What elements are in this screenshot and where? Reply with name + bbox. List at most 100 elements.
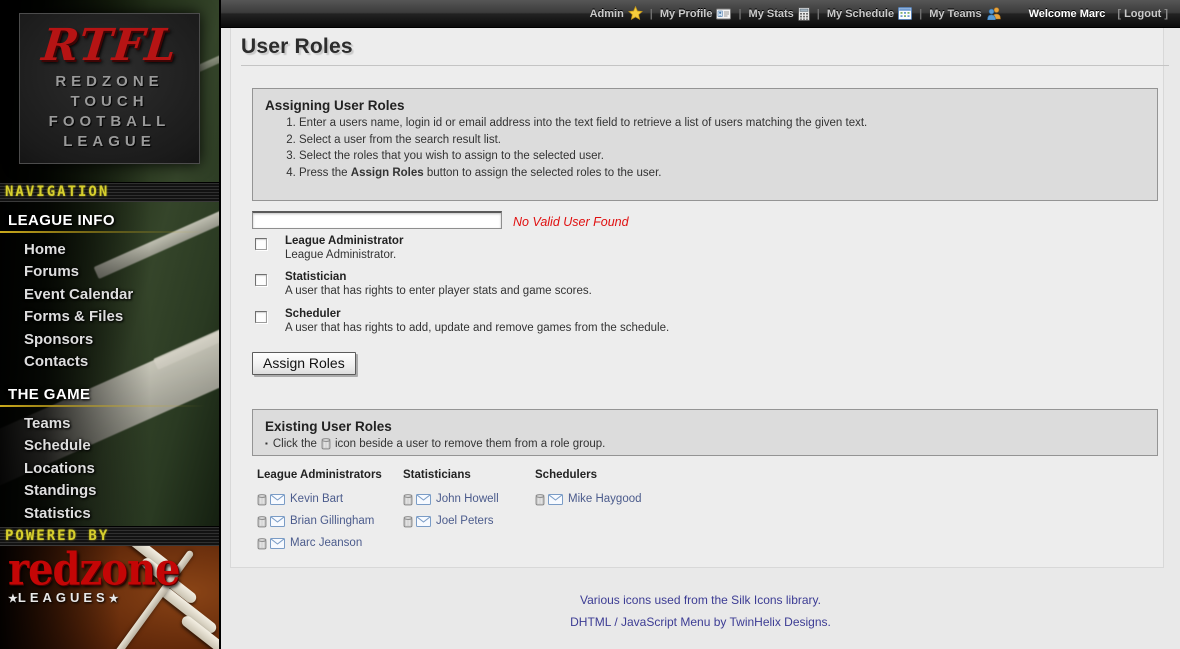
sidebar-item-teams[interactable]: Teams [0, 413, 220, 435]
user-row: Marc Jeanson [257, 532, 403, 554]
topbar-admin[interactable]: Admin [590, 6, 643, 21]
delete-user-icon[interactable] [257, 515, 267, 528]
welcome-message: Welcome Marc [1029, 8, 1106, 20]
user-link[interactable]: Marc Jeanson [290, 537, 362, 549]
role-checkbox-league-administrator[interactable] [255, 238, 267, 250]
email-user-icon[interactable] [270, 538, 285, 549]
role-option-statistician: Statistician A user that has rights to e… [255, 271, 955, 298]
user-link[interactable]: Mike Haygood [568, 493, 642, 505]
section-underline [0, 405, 205, 407]
user-link[interactable]: Kevin Bart [290, 493, 343, 505]
panel-title: Existing User Roles [265, 419, 1145, 434]
role-option-scheduler: Scheduler A user that has rights to add,… [255, 308, 955, 335]
title-divider [241, 65, 1169, 66]
instruction-list: Enter a users name, login id or email ad… [253, 117, 1157, 179]
role-description: League Administrator. [285, 249, 955, 263]
user-link[interactable]: John Howell [436, 493, 499, 505]
user-link[interactable]: Brian Gillingham [290, 515, 374, 527]
section-title: THE GAME [0, 386, 220, 403]
rtfl-logo-line: LEAGUE [20, 132, 199, 152]
email-user-icon[interactable] [548, 494, 563, 505]
topbar-my-teams[interactable]: My Teams [929, 7, 1002, 20]
email-user-icon[interactable] [416, 494, 431, 505]
sidebar-item-statistics[interactable]: Statistics [0, 503, 220, 525]
role-checkbox-statistician[interactable] [255, 274, 267, 286]
logout-button[interactable]: [Logout] [1117, 8, 1168, 20]
calculator-icon [798, 7, 810, 21]
instruction-step: Select a user from the search result lis… [299, 134, 1157, 146]
calendar-icon [898, 7, 912, 20]
page-footer: Various icons used from the Silk Icons l… [221, 593, 1180, 637]
sidebar-item-home[interactable]: Home [0, 239, 220, 261]
role-label: Statistician [285, 271, 955, 285]
user-row: John Howell [403, 488, 535, 510]
sidebar-item-contacts[interactable]: Contacts [0, 351, 220, 373]
rtfl-logo-line: REDZONE [20, 72, 199, 92]
delete-user-icon[interactable] [257, 493, 267, 506]
group-title: Statisticians [403, 469, 535, 481]
star-icon [628, 6, 643, 21]
topbar-my-stats-label: My Stats [749, 8, 794, 20]
instruction-step: Press the Assign Roles button to assign … [299, 167, 1157, 179]
delete-user-icon[interactable] [403, 493, 413, 506]
topbar-my-profile-label: My Profile [660, 8, 713, 20]
assigning-user-roles-panel: Assigning User Roles Enter a users name,… [252, 88, 1158, 201]
panel-title: Assigning User Roles [265, 98, 1145, 113]
sidebar-item-event-calendar[interactable]: Event Calendar [0, 284, 220, 306]
instruction-step: Enter a users name, login id or email ad… [299, 117, 1157, 129]
group-league-administrators: League Administrators Kevin Bart Brian G… [257, 469, 403, 554]
section-underline [0, 231, 205, 233]
user-row: Joel Peters [403, 510, 535, 532]
page-title: User Roles [241, 35, 353, 59]
topbar-my-teams-label: My Teams [929, 8, 981, 20]
user-search-input[interactable] [252, 211, 502, 229]
user-row: Mike Haygood [535, 488, 735, 510]
vcard-icon [716, 8, 731, 20]
rtfl-logo[interactable]: RTFL REDZONE TOUCH FOOTBALL LEAGUE [19, 13, 200, 164]
topbar-my-stats[interactable]: My Stats [749, 7, 810, 21]
redzone-leagues-logo[interactable]: redzone ★LEAGUES★ [8, 551, 179, 605]
existing-user-roles-panel: Existing User Roles ▪ Click the icon bes… [252, 409, 1158, 456]
role-description: A user that has rights to enter player s… [285, 285, 955, 299]
email-user-icon[interactable] [416, 516, 431, 527]
role-option-league-administrator: League Administrator League Administrato… [255, 235, 955, 262]
group-statisticians: Statisticians John Howell Joel Peters [403, 469, 535, 554]
delete-user-icon[interactable] [257, 537, 267, 550]
trash-icon [321, 437, 331, 450]
sidebar-item-sponsors[interactable]: Sponsors [0, 329, 220, 351]
topbar: Admin | My Profile | My Stats | My Sched… [221, 0, 1180, 28]
silk-icons-credit-link[interactable]: Various icons used from the Silk Icons l… [221, 593, 1180, 607]
topbar-my-profile[interactable]: My Profile [660, 8, 732, 20]
role-label: League Administrator [285, 235, 955, 249]
logout-label: Logout [1124, 8, 1161, 20]
user-link[interactable]: Joel Peters [436, 515, 494, 527]
navigation-band: NAVIGATION [0, 182, 220, 202]
sidebar-item-schedule[interactable]: Schedule [0, 435, 220, 457]
separator: | [738, 8, 741, 20]
main-content: User Roles Assigning User Roles Enter a … [221, 28, 1180, 649]
group-icon [986, 7, 1003, 20]
topbar-my-schedule[interactable]: My Schedule [827, 7, 912, 20]
assign-roles-button[interactable]: Assign Roles [252, 352, 356, 375]
role-label: Scheduler [285, 308, 955, 322]
user-row: Brian Gillingham [257, 510, 403, 532]
section-league-info: LEAGUE INFO Home Forums Event Calendar F… [0, 212, 220, 373]
delete-user-icon[interactable] [403, 515, 413, 528]
email-user-icon[interactable] [270, 516, 285, 527]
section-the-game: THE GAME Teams Schedule Locations Standi… [0, 386, 220, 525]
rtfl-logo-line: FOOTBALL [20, 112, 199, 132]
twinhelix-credit-link[interactable]: DHTML / JavaScript Menu by TwinHelix Des… [221, 615, 1180, 629]
remove-instruction: ▪ Click the icon beside a user to remove… [265, 437, 1145, 450]
group-title: League Administrators [257, 469, 403, 481]
separator: | [919, 8, 922, 20]
sidebar-item-forums[interactable]: Forums [0, 261, 220, 283]
sidebar: RTFL REDZONE TOUCH FOOTBALL LEAGUE NAVIG… [0, 0, 220, 649]
sidebar-item-forms-files[interactable]: Forms & Files [0, 306, 220, 328]
user-row: Kevin Bart [257, 488, 403, 510]
role-checkbox-scheduler[interactable] [255, 311, 267, 323]
delete-user-icon[interactable] [535, 493, 545, 506]
sidebar-item-standings[interactable]: Standings [0, 480, 220, 502]
topbar-my-schedule-label: My Schedule [827, 8, 894, 20]
email-user-icon[interactable] [270, 494, 285, 505]
sidebar-item-locations[interactable]: Locations [0, 458, 220, 480]
